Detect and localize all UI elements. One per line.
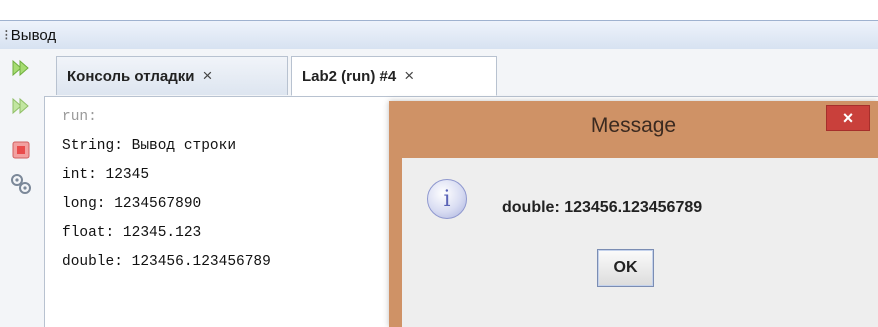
dialog-body: i double: 123456.123456789 OK [402, 158, 878, 327]
close-icon[interactable]: × [203, 66, 213, 86]
output-panel-header: ⁝ Вывод [0, 20, 878, 50]
stop-icon[interactable] [10, 139, 32, 161]
console-line: long: 1234567890 [62, 196, 202, 212]
console-line: String: Вывод строки [62, 138, 237, 154]
panel-title: Вывод [10, 26, 57, 44]
drag-grip-icon[interactable]: ⁝ [4, 26, 9, 44]
message-text: double: 123456.123456789 [502, 199, 703, 216]
tab-bar: Консоль отладки × Lab2 (run) #4 × [44, 49, 878, 97]
console-line: run: [62, 109, 97, 125]
message-dialog: Message × i double: 123456.123456789 OK [389, 101, 878, 327]
tab-debug-console[interactable]: Консоль отладки × [56, 56, 288, 95]
ok-button[interactable]: OK [597, 249, 654, 287]
rerun-with-args-icon[interactable] [10, 95, 32, 117]
console-line: float: 12345.123 [62, 225, 202, 241]
tab-lab2-run[interactable]: Lab2 (run) #4 × [291, 56, 497, 96]
info-icon: i [427, 179, 467, 219]
settings-icon[interactable] [10, 173, 32, 195]
top-strip [0, 0, 878, 20]
dialog-title-bar[interactable]: Message [389, 101, 878, 150]
tab-label: Lab2 (run) #4 [302, 67, 397, 85]
close-button[interactable]: × [826, 105, 870, 131]
close-icon[interactable]: × [404, 66, 414, 86]
rerun-icon[interactable] [10, 57, 32, 79]
console-toolbar [0, 49, 45, 327]
console-line: double: 123456.123456789 [62, 254, 271, 270]
console-line: int: 12345 [62, 167, 150, 183]
tab-label: Консоль отладки [67, 67, 195, 85]
dialog-title: Message [590, 113, 677, 137]
